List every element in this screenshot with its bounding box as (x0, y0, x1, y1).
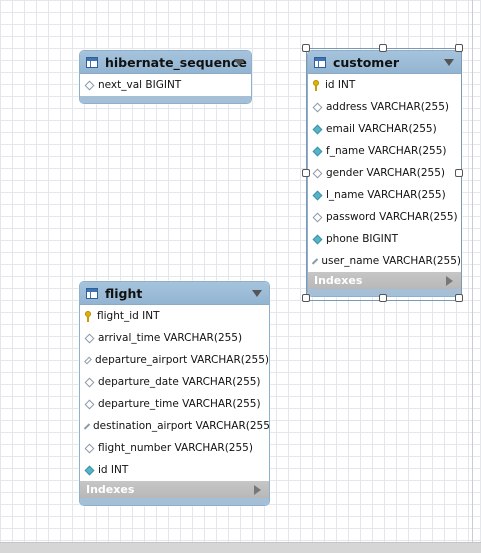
column-label: next_val BIGINT (98, 79, 182, 91)
not-null-column-icon (84, 465, 95, 475)
nullable-column-icon (84, 80, 95, 90)
collapse-arrow-icon[interactable] (444, 59, 454, 66)
column-row[interactable]: l_name VARCHAR(255) (308, 184, 461, 206)
column-row[interactable]: destination_airport VARCHAR(255) (80, 415, 269, 437)
table-header[interactable]: hibernate_sequence (80, 51, 251, 74)
column-row[interactable]: departure_airport VARCHAR(255) (80, 349, 269, 371)
column-label: gender VARCHAR(255) (326, 167, 445, 179)
nullable-column-icon (84, 377, 95, 387)
column-row[interactable]: gender VARCHAR(255) (308, 162, 461, 184)
table-footer (80, 498, 269, 505)
resize-handle-nw[interactable] (302, 44, 310, 52)
table-icon (86, 56, 98, 68)
column-row[interactable]: phone BIGINT (308, 228, 461, 250)
column-label: arrival_time VARCHAR(255) (98, 332, 243, 344)
column-label: password VARCHAR(255) (326, 211, 458, 223)
resize-handle-se[interactable] (455, 294, 463, 302)
column-label: id INT (98, 464, 129, 476)
column-list: flight_id INT arrival_time VARCHAR(255) de… (80, 305, 269, 481)
column-row[interactable]: id INT (80, 459, 269, 481)
column-row[interactable]: arrival_time VARCHAR(255) (80, 327, 269, 349)
resize-handle-e[interactable] (455, 169, 463, 177)
primary-key-icon (85, 310, 92, 322)
expand-arrow-icon[interactable] (446, 276, 453, 286)
nullable-column-icon (83, 422, 91, 430)
column-label: user_name VARCHAR(255) (321, 255, 461, 267)
nullable-column-icon (312, 168, 323, 178)
indexes-section[interactable]: Indexes (308, 272, 461, 289)
table-header[interactable]: flight (80, 282, 269, 305)
resize-handle-w[interactable] (302, 169, 310, 177)
column-label: destination_airport VARCHAR(255) (93, 420, 270, 432)
table-footer (80, 96, 251, 103)
nullable-column-icon (84, 356, 92, 364)
nullable-column-icon (311, 257, 319, 265)
nullable-column-icon (84, 443, 95, 453)
nullable-column-icon (312, 212, 323, 222)
nullable-column-icon (84, 333, 95, 343)
resize-handle-ne[interactable] (455, 44, 463, 52)
column-row[interactable]: email VARCHAR(255) (308, 118, 461, 140)
table-title: customer (333, 54, 399, 70)
column-row[interactable]: departure_date VARCHAR(255) (80, 371, 269, 393)
not-null-column-icon (312, 124, 323, 134)
column-row[interactable]: password VARCHAR(255) (308, 206, 461, 228)
column-label: id INT (325, 79, 356, 91)
column-label: f_name VARCHAR(255) (326, 145, 447, 157)
indexes-section[interactable]: Indexes (80, 481, 269, 498)
primary-key-icon (313, 79, 320, 91)
column-row[interactable]: address VARCHAR(255) (308, 96, 461, 118)
canvas-edge (472, 0, 473, 543)
nullable-column-icon (312, 102, 323, 112)
nullable-column-icon (84, 399, 95, 409)
table-title: flight (105, 285, 143, 301)
table-customer[interactable]: customer id INT address VARCHAR(255) email… (307, 50, 462, 297)
column-label: flight_number VARCHAR(255) (98, 442, 253, 454)
table-icon (314, 56, 326, 68)
column-row[interactable]: id INT (308, 74, 461, 96)
column-label: departure_time VARCHAR(255) (98, 398, 261, 410)
column-label: phone BIGINT (326, 233, 398, 245)
column-row[interactable]: flight_id INT (80, 305, 269, 327)
indexes-label: Indexes (86, 483, 135, 496)
column-list: next_val BIGINT (80, 74, 251, 96)
column-list: id INT address VARCHAR(255) email VARCHAR(… (308, 74, 461, 272)
table-header[interactable]: customer (308, 51, 461, 74)
not-null-column-icon (312, 190, 323, 200)
resize-handle-n[interactable] (379, 44, 387, 52)
table-title: hibernate_sequence (105, 54, 247, 70)
status-bar (0, 542, 481, 553)
resize-handle-sw[interactable] (302, 294, 310, 302)
table-hibernate-sequence[interactable]: hibernate_sequence next_val BIGINT (79, 50, 252, 104)
column-row[interactable]: f_name VARCHAR(255) (308, 140, 461, 162)
column-row[interactable]: user_name VARCHAR(255) (308, 250, 461, 272)
not-null-column-icon (312, 234, 323, 244)
column-row[interactable]: flight_number VARCHAR(255) (80, 437, 269, 459)
indexes-label: Indexes (314, 274, 363, 287)
column-label: flight_id INT (97, 310, 160, 322)
collapse-arrow-icon[interactable] (252, 290, 262, 297)
column-label: departure_airport VARCHAR(255) (94, 354, 269, 366)
column-label: l_name VARCHAR(255) (326, 189, 446, 201)
table-flight[interactable]: flight flight_id INT arrival_time VARCHAR… (79, 281, 270, 506)
column-row[interactable]: next_val BIGINT (80, 74, 251, 96)
column-label: departure_date VARCHAR(255) (98, 376, 261, 388)
not-null-column-icon (312, 146, 323, 156)
table-icon (86, 287, 98, 299)
resize-handle-s[interactable] (379, 294, 387, 302)
expand-arrow-icon[interactable] (254, 485, 261, 495)
column-label: address VARCHAR(255) (326, 101, 449, 113)
column-label: email VARCHAR(255) (326, 123, 437, 135)
collapse-arrow-icon[interactable] (234, 59, 244, 66)
column-row[interactable]: departure_time VARCHAR(255) (80, 393, 269, 415)
